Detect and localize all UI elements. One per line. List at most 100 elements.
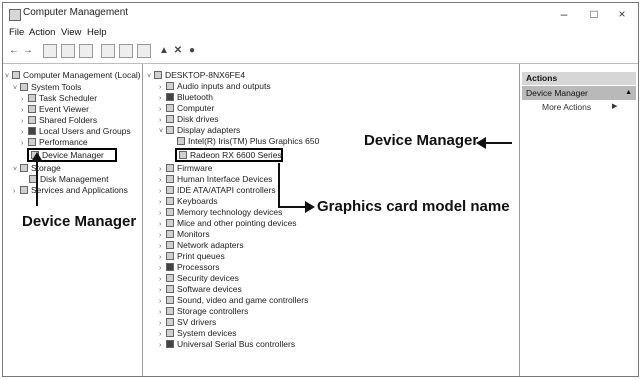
display-adapter-icon xyxy=(179,151,187,159)
tree-item-system-tools[interactable]: ˅ System Tools xyxy=(13,82,81,93)
forward-arrow-icon[interactable]: → xyxy=(21,44,35,58)
computer-icon[interactable] xyxy=(137,44,151,58)
disk-drive-icon xyxy=(166,115,174,123)
clock-icon xyxy=(28,94,36,102)
driver-icon xyxy=(166,318,174,326)
tree-item-services-applications[interactable]: › Services and Applications xyxy=(13,185,128,196)
tree-item-event-viewer[interactable]: › Event Viewer xyxy=(21,104,89,115)
tree-item-network-adapters[interactable]: › Network adapters xyxy=(159,240,244,251)
maximize-button[interactable]: □ xyxy=(579,5,609,23)
callout-arrow-left-line xyxy=(36,160,38,206)
tree-item-firmware[interactable]: › Firmware xyxy=(159,163,212,174)
security-icon xyxy=(166,274,174,282)
tools-icon xyxy=(20,83,28,91)
tree-item-security-devices[interactable]: › Security devices xyxy=(159,273,239,284)
tree-item-hid[interactable]: › Human Interface Devices xyxy=(159,174,272,185)
help-icon[interactable] xyxy=(101,44,115,58)
tree-item-memory-tech[interactable]: › Memory technology devices xyxy=(159,207,282,218)
tree-item-computer-management[interactable]: ˅ Computer Management (Local) xyxy=(5,70,141,81)
bluetooth-icon xyxy=(166,93,174,101)
callout-arrow-left-head xyxy=(31,152,43,162)
callout-graphics-card: Graphics card model name xyxy=(317,198,510,215)
tree-item-radeon-graphics[interactable]: Radeon RX 6600 Series xyxy=(175,148,283,162)
show-hide-tree-icon[interactable] xyxy=(61,44,75,58)
window-title: Computer Management xyxy=(23,7,129,18)
memory-icon xyxy=(166,208,174,216)
menu-help[interactable]: Help xyxy=(87,27,107,38)
properties-icon[interactable] xyxy=(79,44,93,58)
back-arrow-icon[interactable]: ← xyxy=(7,44,21,58)
callout-device-manager-right: Device Manager xyxy=(364,132,479,149)
network-icon xyxy=(166,241,174,249)
computer-management-app-icon xyxy=(9,9,21,21)
tree-item-disk-management[interactable]: Disk Management xyxy=(29,174,109,185)
tree-item-desktop[interactable]: ˅ DESKTOP-8NX6FE4 xyxy=(147,70,245,81)
uninstall-x-icon[interactable]: ✕ xyxy=(171,44,185,58)
tree-item-usb-controllers[interactable]: › Universal Serial Bus controllers xyxy=(159,339,295,350)
tree-item-audio[interactable]: › Audio inputs and outputs xyxy=(159,81,271,92)
expand-arrow-icon: ▶ xyxy=(612,103,618,110)
tree-item-keyboards[interactable]: › Keyboards xyxy=(159,196,218,207)
software-device-icon xyxy=(166,285,174,293)
sound-icon xyxy=(166,296,174,304)
monitor-icon xyxy=(166,104,174,112)
callout-arrow-right-line xyxy=(485,142,512,144)
scan-hardware-icon[interactable] xyxy=(119,44,133,58)
computer-icon xyxy=(154,71,162,79)
menu-file[interactable]: File xyxy=(9,27,24,38)
device-tree-pane: ˅ DESKTOP-8NX6FE4 › Audio inputs and outpu… xyxy=(143,64,520,376)
performance-icon xyxy=(28,138,36,146)
tree-item-local-users-groups[interactable]: › Local Users and Groups xyxy=(21,126,131,137)
actions-more[interactable]: More Actions ▶ xyxy=(542,102,617,112)
tree-item-sv-drivers[interactable]: › SV drivers xyxy=(159,317,216,328)
actions-device-manager[interactable]: Device Manager ▲ xyxy=(522,86,636,100)
hid-icon xyxy=(166,175,174,183)
tree-item-task-scheduler[interactable]: › Task Scheduler xyxy=(21,93,97,104)
actions-header: Actions xyxy=(522,72,636,85)
storage-icon xyxy=(20,164,28,172)
callout-device-manager-left: Device Manager xyxy=(22,213,137,230)
tree-item-processors[interactable]: › Processors xyxy=(159,262,220,273)
tree-item-display-adapters[interactable]: ˅ Display adapters xyxy=(159,125,240,136)
display-adapter-icon xyxy=(166,126,174,134)
tree-item-sound-video[interactable]: › Sound, video and game controllers xyxy=(159,295,308,306)
tree-item-storage-controllers[interactable]: › Storage controllers xyxy=(159,306,248,317)
services-icon xyxy=(20,186,28,194)
tree-item-monitors[interactable]: › Monitors xyxy=(159,229,210,240)
usb-icon xyxy=(166,340,174,348)
tree-item-disk-drives[interactable]: › Disk drives xyxy=(159,114,219,125)
display-adapter-icon xyxy=(177,137,185,145)
callout-arrow-center-hline xyxy=(278,206,306,208)
update-driver-icon[interactable]: ▲ xyxy=(157,44,171,58)
enable-device-icon[interactable]: ● xyxy=(185,44,199,58)
shared-folder-icon xyxy=(28,116,36,124)
menu-view[interactable]: View xyxy=(61,27,81,38)
menu-bar: File Action View Help xyxy=(3,25,638,41)
close-button[interactable]: × xyxy=(607,5,637,23)
title-bar: Computer Management – □ × xyxy=(3,3,638,25)
tree-item-mice[interactable]: › Mice and other pointing devices xyxy=(159,218,297,229)
tree-item-ide[interactable]: › IDE ATA/ATAPI controllers xyxy=(159,185,276,196)
actions-pane: Actions Device Manager ▲ More Actions ▶ xyxy=(520,64,638,376)
firmware-icon xyxy=(166,164,174,172)
callout-arrow-right-head xyxy=(476,137,486,149)
callout-arrow-center-vline xyxy=(278,163,280,207)
tree-item-system-devices[interactable]: › System devices xyxy=(159,328,237,339)
system-device-icon xyxy=(166,329,174,337)
ide-controller-icon xyxy=(166,186,174,194)
computer-management-window: Computer Management – □ × File Action Vi… xyxy=(2,2,639,377)
tree-item-bluetooth[interactable]: › Bluetooth xyxy=(159,92,213,103)
minimize-button[interactable]: – xyxy=(549,5,579,23)
processor-icon xyxy=(166,263,174,271)
keyboard-icon xyxy=(166,197,174,205)
tree-item-software-devices[interactable]: › Software devices xyxy=(159,284,242,295)
tree-item-shared-folders[interactable]: › Shared Folders xyxy=(21,115,97,126)
up-folder-icon[interactable] xyxy=(43,44,57,58)
tree-item-intel-graphics[interactable]: Intel(R) Iris(TM) Plus Graphics 650 xyxy=(177,136,319,147)
tree-item-print-queues[interactable]: › Print queues xyxy=(159,251,225,262)
tree-item-computer[interactable]: › Computer xyxy=(159,103,214,114)
tree-item-performance[interactable]: › Performance xyxy=(21,137,88,148)
collapse-arrow-icon[interactable]: ▲ xyxy=(625,86,632,100)
menu-action[interactable]: Action xyxy=(29,27,55,38)
callout-arrow-center-head xyxy=(305,201,315,213)
